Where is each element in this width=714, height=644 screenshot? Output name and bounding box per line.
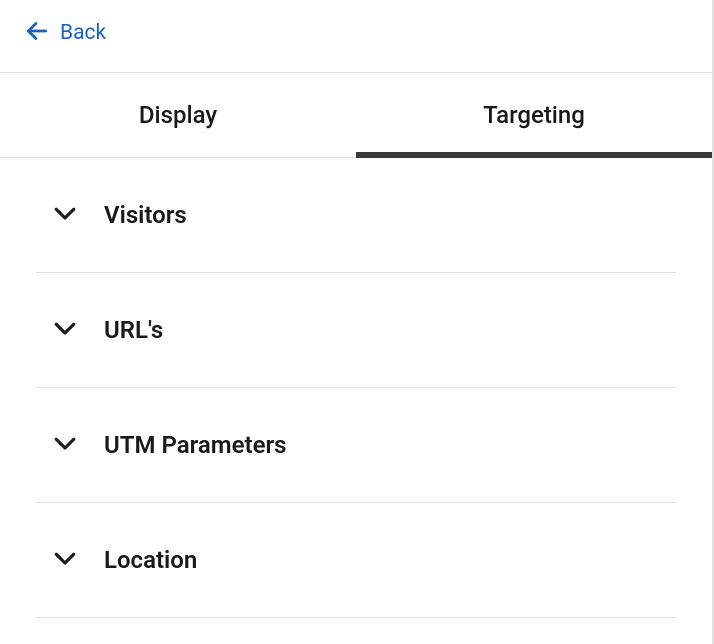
section-visitors[interactable]: Visitors [36,158,676,273]
tabs: Display Targeting [0,73,712,158]
chevron-down-icon [50,543,80,577]
section-title: Location [104,546,197,574]
tab-display[interactable]: Display [0,73,356,157]
back-label: Back [60,21,106,45]
section-location[interactable]: Location [36,503,676,618]
chevron-down-icon [50,198,80,232]
section-title: URL's [104,316,163,344]
header: Back [0,0,712,73]
tab-label: Display [139,101,217,129]
chevron-down-icon [50,428,80,462]
sections-list: Visitors URL's UTM Parameters [0,158,712,618]
arrow-left-icon [24,18,50,48]
chevron-down-icon [50,313,80,347]
section-utm-parameters[interactable]: UTM Parameters [36,388,676,503]
section-urls[interactable]: URL's [36,273,676,388]
back-button[interactable]: Back [24,18,106,48]
section-title: Visitors [104,201,187,229]
section-title: UTM Parameters [104,431,286,459]
tab-label: Targeting [483,101,585,129]
tab-targeting[interactable]: Targeting [356,73,712,157]
